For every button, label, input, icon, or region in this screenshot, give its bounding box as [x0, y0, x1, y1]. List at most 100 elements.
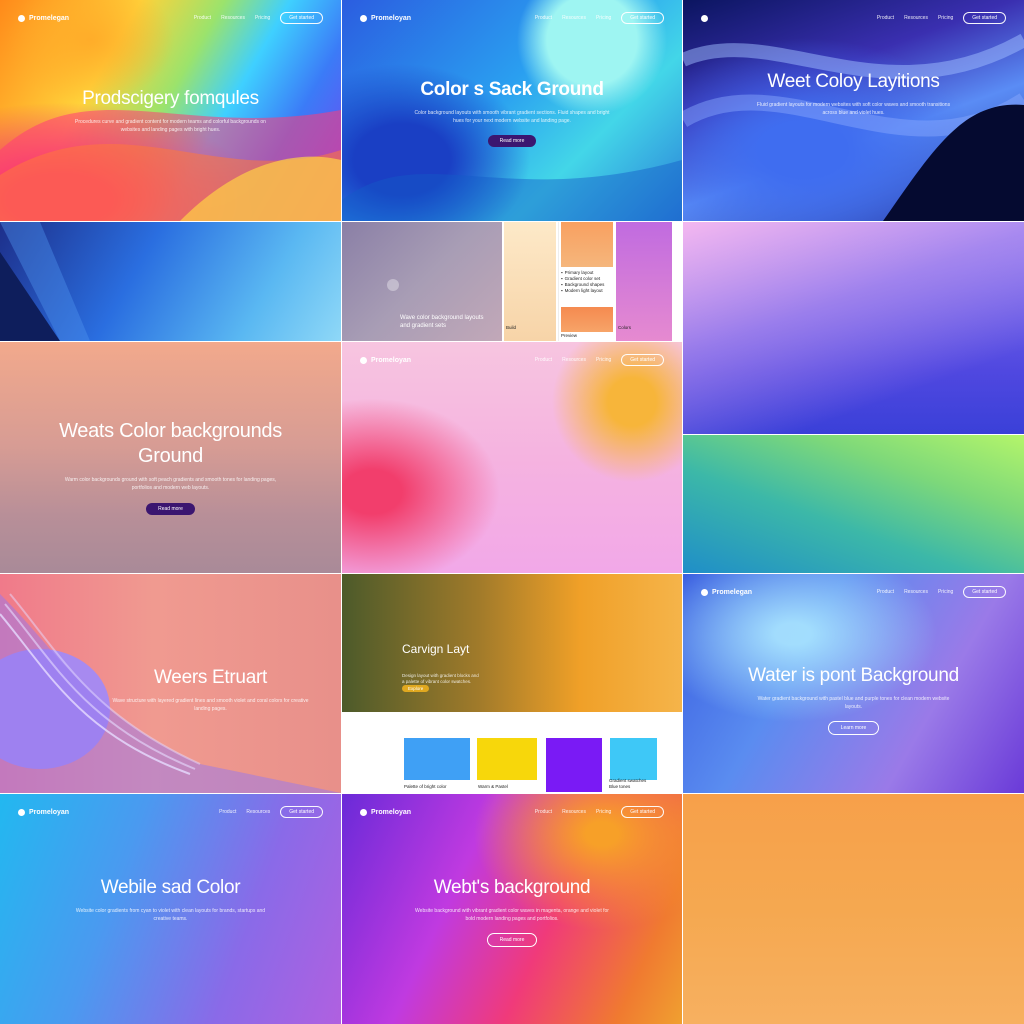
nav-link[interactable]: Pricing: [596, 357, 611, 363]
color-swatch[interactable]: [477, 738, 537, 780]
column-caption: Preview: [561, 333, 578, 338]
hero-body: Website color gradients from cyan to vio…: [75, 907, 266, 922]
nav-link[interactable]: Pricing: [596, 809, 611, 815]
nav-link[interactable]: Resources: [246, 809, 270, 815]
hero-title: Weats Color backgrounds Ground: [59, 420, 282, 467]
tile-3-nav: Product Resources Pricing Get started: [701, 12, 1006, 24]
tile-2: Promeloyan Product Resources Pricing Get…: [342, 0, 682, 221]
nav-link[interactable]: Product: [877, 589, 894, 595]
nav-link[interactable]: Pricing: [596, 15, 611, 21]
tile-1-logo[interactable]: Promelegan: [18, 14, 70, 22]
tile-11: Carvign Layt Design layout with gradient…: [342, 574, 682, 793]
color-swatch[interactable]: [610, 738, 657, 780]
tile-2-logo[interactable]: Promeloyan: [360, 14, 411, 22]
logo-dot-icon: [360, 356, 367, 364]
swatch-caption: Warm & Pastel: [478, 784, 508, 789]
hero-cta-button[interactable]: Read more: [146, 502, 195, 515]
hero-title: Water is pont Background: [748, 665, 959, 686]
logo-dot-icon: [18, 14, 25, 22]
nav-cta-button[interactable]: Get started: [621, 354, 664, 366]
tile-12-nav: Promelegan Product Resources Pricing Get…: [701, 586, 1006, 598]
nav-link[interactable]: Pricing: [938, 589, 953, 595]
hero-body: Water gradient background with pastel bl…: [757, 695, 950, 710]
tile-5-col-3: Colors: [616, 222, 672, 341]
tile-12-logo[interactable]: Promelegan: [701, 588, 752, 596]
column-caption: Colors: [618, 325, 632, 330]
list-bullet-icon: ▪: [561, 287, 563, 293]
hero-cta-button[interactable]: Learn more: [827, 721, 880, 736]
nav-cta-button[interactable]: Get started: [280, 12, 323, 24]
list-item[interactable]: ▪ Modern light layout: [561, 288, 613, 294]
tile-4: [0, 222, 341, 341]
nav-cta-button[interactable]: Get started: [621, 806, 664, 818]
column-caption: Build: [506, 325, 517, 330]
hero-cta-button[interactable]: Read more: [486, 933, 538, 948]
play-icon[interactable]: [387, 279, 399, 291]
swatch-caption: Palette of bright color: [404, 784, 447, 789]
tile-10-hero: Weers Etruart Wave structure with layere…: [80, 666, 341, 713]
tile-1-hero: Prodscigery fomqules Procedures curve an…: [0, 87, 341, 134]
logo-dot-icon: [18, 808, 25, 816]
nav-link[interactable]: Product: [535, 15, 552, 21]
logo-dot-icon: [701, 588, 708, 596]
hero-title: Webt's background: [433, 877, 591, 898]
nav-link[interactable]: Product: [194, 15, 211, 21]
nav-link[interactable]: Resources: [562, 15, 586, 21]
color-swatch[interactable]: [404, 738, 470, 780]
tile-13-logo[interactable]: Promeloyan: [18, 808, 69, 816]
nav-link[interactable]: Resources: [562, 357, 586, 363]
hero-body: Fluid gradient layouts for modern websit…: [756, 101, 951, 116]
nav-link[interactable]: Product: [219, 809, 236, 815]
tile-6: [683, 222, 1024, 434]
nav-cta-button[interactable]: Get started: [621, 12, 664, 24]
hero-title: Prodscigery fomqules: [82, 88, 259, 109]
tile-5-col-2: ▪ Primary layout ▪ Gradient color set ▪ Bac…: [558, 222, 614, 341]
tile-5-left-panel: Wave color background layouts and gradie…: [342, 222, 502, 341]
tile-3-hero: Weet Coloy Layitions Fluid gradient layo…: [683, 70, 1024, 117]
tile-15: [683, 794, 1024, 1024]
nav-link[interactable]: Pricing: [938, 15, 953, 21]
tile-1-nav: Promelegan Product Resources Pricing Get…: [18, 12, 323, 24]
nav-link[interactable]: Resources: [904, 15, 928, 21]
nav-link[interactable]: Product: [535, 357, 552, 363]
nav-cta-button[interactable]: Get started: [280, 806, 323, 818]
tile-7-hero: Weats Color backgrounds Ground Warm colo…: [0, 419, 341, 515]
tile-14: Promeloyan Product Resources Pricing Get…: [342, 794, 682, 1024]
color-swatch[interactable]: [546, 738, 602, 792]
color-block: [561, 222, 613, 267]
hero-body: Warm color backgrounds ground with soft …: [64, 477, 277, 491]
hero-cta-button[interactable]: Explore: [402, 685, 430, 692]
nav-link[interactable]: Pricing: [255, 15, 270, 21]
tile-8-nav: Promeloyan Product Resources Pricing Get…: [360, 354, 664, 366]
logo-text: Promeloyan: [371, 808, 412, 816]
nav-link[interactable]: Product: [877, 15, 894, 21]
swatch-caption: Gradient swatches: [609, 778, 647, 783]
tile-12-hero: Water is pont Background Water gradient …: [683, 664, 1024, 736]
tile-9: [683, 435, 1024, 573]
hero-body: Website background with vibrant gradient…: [415, 907, 609, 922]
nav-link[interactable]: Resources: [221, 15, 245, 21]
nav-cta-button[interactable]: Get started: [963, 12, 1006, 24]
hero-body: Color background layouts with smooth vib…: [414, 109, 610, 124]
logo-text: Promeloyan: [371, 356, 412, 364]
tile-14-nav: Promeloyan Product Resources Pricing Get…: [360, 806, 664, 818]
tile-8-logo[interactable]: Promeloyan: [360, 356, 412, 364]
tile-5: Wave color background layouts and gradie…: [342, 222, 682, 341]
tile-13-hero: Webile sad Color Website color gradients…: [0, 876, 341, 923]
tile-2-nav: Promeloyan Product Resources Pricing Get…: [360, 12, 664, 24]
nav-link[interactable]: Product: [535, 809, 552, 815]
hero-title: Weers Etruart: [154, 667, 267, 688]
tile-3-logo[interactable]: [701, 14, 708, 22]
hero-cta-button[interactable]: Read more: [487, 135, 537, 148]
logo-dot-icon: [701, 14, 708, 22]
color-block: [561, 307, 613, 332]
nav-link[interactable]: Resources: [562, 809, 586, 815]
nav-cta-button[interactable]: Get started: [963, 586, 1006, 598]
nav-link[interactable]: Resources: [904, 589, 928, 595]
tile-13-nav: Promeloyan Product Resources Get started: [18, 806, 323, 818]
tile-3: Product Resources Pricing Get started We…: [683, 0, 1024, 221]
hero-title: Carvign Layt: [402, 642, 470, 656]
tile-14-logo[interactable]: Promeloyan: [360, 808, 412, 816]
tile-1: Promelegan Product Resources Pricing Get…: [0, 0, 341, 221]
logo-text: Promelegan: [29, 14, 70, 22]
